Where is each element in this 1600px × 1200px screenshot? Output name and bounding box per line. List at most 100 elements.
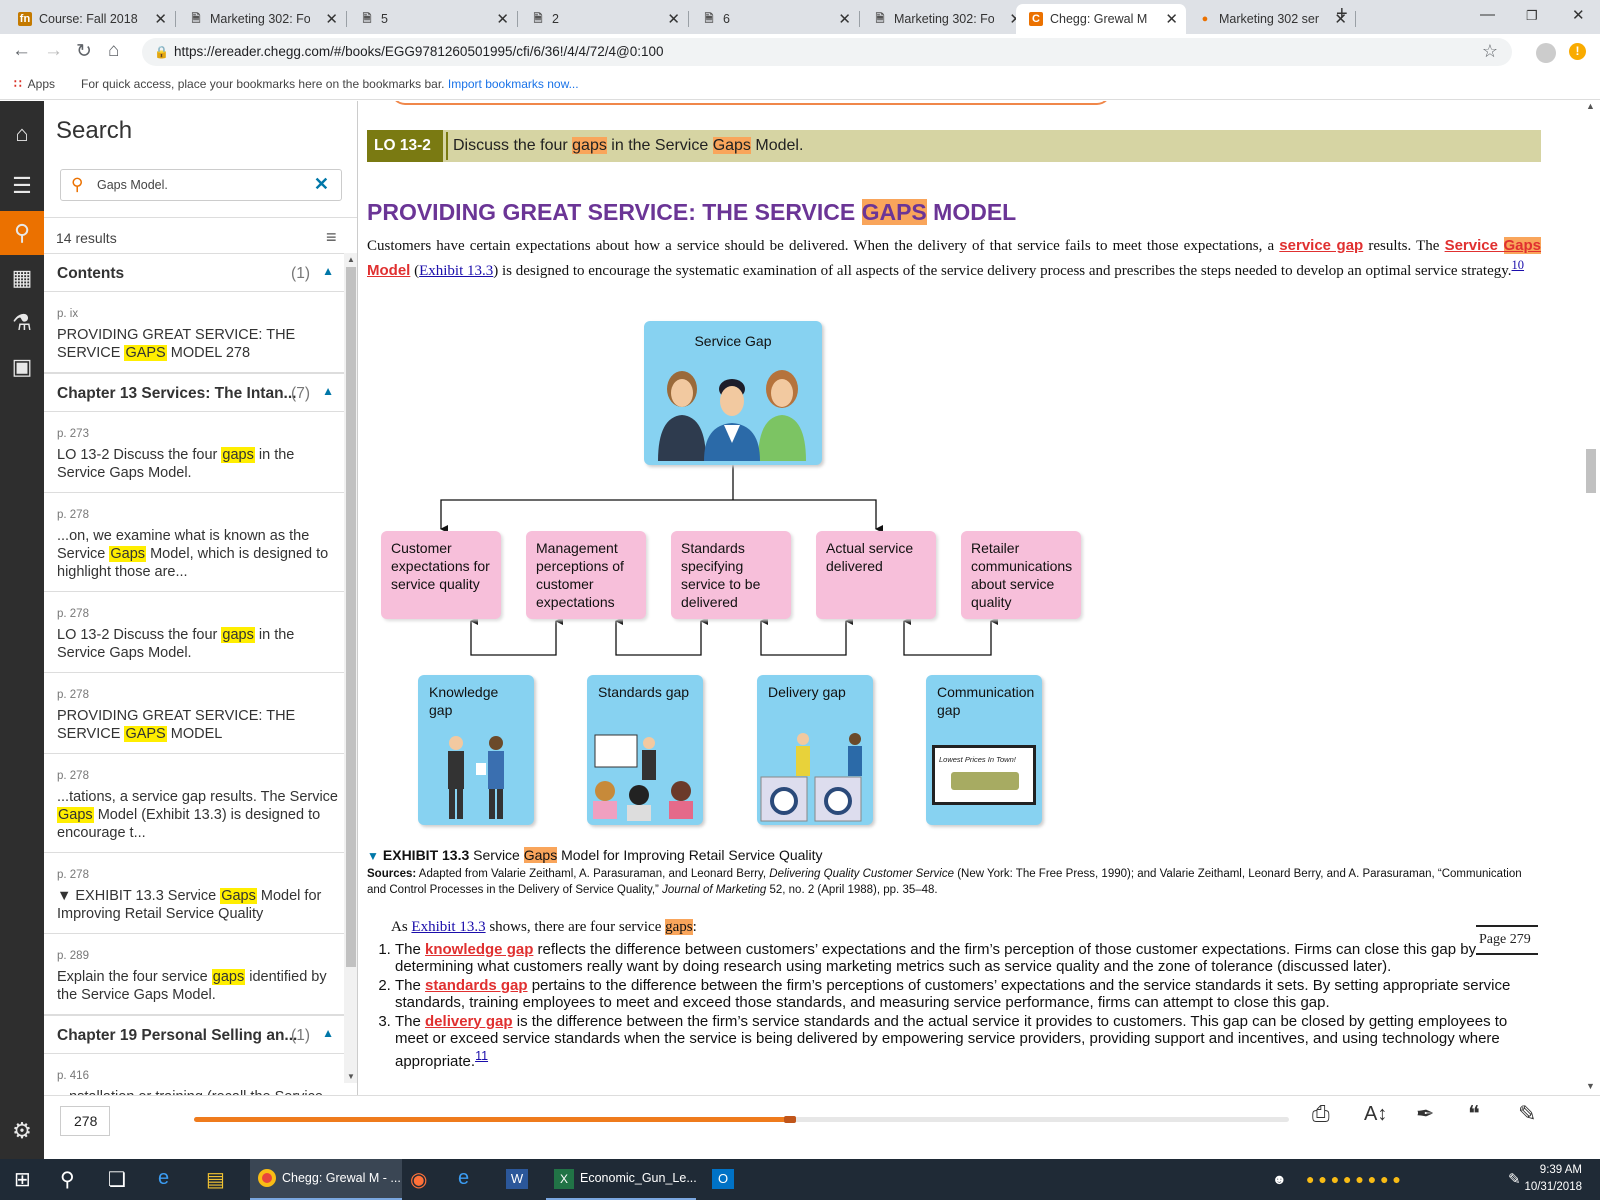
search-query[interactable]: Gaps Model. [97, 178, 168, 192]
search-result[interactable]: p. 278 ...on, we examine what is known as… [44, 493, 344, 592]
scroll-up-icon[interactable]: ▲ [1586, 101, 1595, 111]
result-group-header[interactable]: Chapter 19 Personal Selling an... (1) ▲ [44, 1015, 344, 1054]
flashcards-icon[interactable]: ▦ [0, 256, 44, 300]
search-icon[interactable]: ⚲ [0, 211, 44, 255]
result-group-header[interactable]: Contents (1) ▲ [44, 253, 344, 292]
chevron-up-icon[interactable]: ▲ [322, 264, 334, 278]
clear-search-icon[interactable]: ✕ [314, 174, 329, 195]
filter-sliders-icon[interactable]: ≡ [326, 227, 337, 248]
browser-tab[interactable]: 🗎Marketing 302: Four✕ [176, 4, 346, 34]
print-icon[interactable]: ⎙ [1312, 1101, 1330, 1127]
home-icon[interactable]: ⌂ [0, 112, 44, 156]
import-bookmarks-link[interactable]: Import bookmarks now... [448, 77, 579, 91]
scroll-down-icon[interactable]: ▼ [1586, 1081, 1595, 1091]
result-snippet: ...tations, a service gap results. The S… [57, 789, 339, 841]
back-arrow-icon[interactable]: ← [12, 40, 31, 62]
search-result[interactable]: p. 278 ▼ EXHIBIT 13.3 Service Gaps Model … [44, 853, 344, 934]
exhibit-link[interactable]: Exhibit 13.3 [419, 263, 493, 279]
group-title: Chapter 13 Services: The Intan... [57, 385, 297, 402]
glossary-term[interactable]: standards gap [425, 977, 528, 994]
scrollbar-thumb[interactable] [346, 267, 356, 967]
text-size-icon[interactable]: A↕ [1364, 1103, 1387, 1126]
taskbar-excel-window[interactable]: X Economic_Gun_Le... [546, 1159, 697, 1200]
search-result[interactable]: p. 278 LO 13-2 Discuss the four gaps in t… [44, 592, 344, 673]
tv-ad-illustration: Lowest Prices In Town! [932, 745, 1036, 805]
browser-tab[interactable]: 🗎Marketing 302: Four✕ [860, 4, 1030, 34]
close-tab-icon[interactable]: ✕ [667, 10, 680, 28]
image-gallery-icon[interactable]: ▣ [0, 345, 44, 389]
browser-tab[interactable]: 🗎 2 ✕ [518, 4, 688, 34]
exhibit-link[interactable]: Exhibit 13.3 [411, 919, 485, 935]
search-result[interactable]: p. 289 Explain the four service gaps iden… [44, 934, 344, 1015]
close-tab-icon[interactable]: ✕ [154, 10, 167, 28]
new-tab-button[interactable]: + [1336, 3, 1348, 26]
home-icon[interactable]: ⌂ [108, 40, 119, 62]
minimize-button[interactable]: — [1480, 6, 1495, 23]
lab-flask-icon[interactable]: ⚗ [0, 301, 44, 345]
profile-avatar-icon[interactable] [1536, 43, 1556, 63]
scroll-down-icon[interactable]: ▼ [347, 1072, 355, 1081]
outlook-icon[interactable]: O [712, 1169, 734, 1189]
page-number-input[interactable]: 278 [60, 1106, 110, 1136]
task-view-icon[interactable]: ❏ [108, 1167, 126, 1192]
url-text[interactable]: https://ereader.chegg.com/#/books/EGG978… [174, 44, 664, 59]
glossary-term[interactable]: knowledge gap [425, 941, 533, 958]
system-clock[interactable]: 9:39 AM 10/31/2018 [1524, 1162, 1582, 1196]
reading-progress-bar[interactable] [194, 1116, 1289, 1123]
search-result[interactable]: p. 278 PROVIDING GREAT SERVICE: THE SERVI… [44, 673, 344, 754]
search-input[interactable]: ⚲ Gaps Model. ✕ [60, 169, 342, 201]
delivery-gap-label: Delivery gap [768, 684, 846, 700]
browser-tab[interactable]: C Chegg: Grewal M ✕ [1016, 4, 1186, 34]
footnote-link[interactable]: 10 [1512, 258, 1525, 272]
comments-icon[interactable]: ❝ [1468, 1101, 1480, 1127]
apps-shortcut[interactable]: ∷ Apps [14, 77, 55, 91]
chevron-up-icon[interactable]: ▲ [322, 384, 334, 398]
search-result[interactable]: p. ix PROVIDING GREAT SERVICE: THE SERVIC… [44, 292, 344, 373]
browser-tab[interactable]: ● Marketing 302 servi ✕ [1185, 4, 1355, 34]
people-icon[interactable]: ☻ [1272, 1171, 1287, 1187]
result-group-header[interactable]: Chapter 13 Services: The Intan... (7) ▲ [44, 373, 344, 412]
address-bar[interactable]: 🔒 https://ereader.chegg.com/#/books/EGG9… [142, 38, 1512, 66]
chrome-menu-alert-icon[interactable]: ! [1569, 43, 1586, 60]
edge-browser-icon[interactable]: e [158, 1167, 169, 1190]
scrollbar-thumb[interactable] [1586, 449, 1596, 493]
result-page: p. ix [57, 308, 79, 320]
restore-button[interactable]: ❐ [1526, 8, 1538, 24]
chevron-up-icon[interactable]: ▲ [322, 1026, 334, 1040]
progress-handle[interactable] [784, 1116, 797, 1123]
notes-icon[interactable]: ✎ [1518, 1101, 1536, 1127]
highlighter-icon[interactable]: ✒ [1416, 1101, 1434, 1127]
taskbar-chrome-window[interactable]: Chegg: Grewal M - ... [250, 1159, 402, 1200]
close-tab-icon[interactable]: ✕ [1165, 10, 1178, 28]
glossary-term-service-gap[interactable]: service gap [1279, 237, 1363, 254]
browser-tab[interactable]: 🗎 5 ✕ [347, 4, 517, 34]
firefox-icon[interactable]: ◉ [410, 1167, 427, 1192]
tray-icons[interactable]: ● ● ● ● ● ● ● ● [1306, 1171, 1401, 1187]
search-result[interactable]: p. 278 ...tations, a service gap results.… [44, 754, 344, 853]
close-tab-icon[interactable]: ✕ [496, 10, 509, 28]
browser-tab[interactable]: 🗎 6 ✕ [689, 4, 859, 34]
glossary-term[interactable]: delivery gap [425, 1013, 513, 1030]
file-explorer-icon[interactable]: ▤ [206, 1167, 225, 1192]
footnote-link[interactable]: 11 [475, 1049, 488, 1063]
close-tab-icon[interactable]: ✕ [325, 10, 338, 28]
forward-arrow-icon[interactable]: → [44, 40, 63, 62]
reload-icon[interactable]: ↻ [76, 40, 92, 63]
close-window-button[interactable]: ✕ [1572, 6, 1585, 24]
word-icon[interactable]: W [506, 1169, 528, 1189]
reader-bottom-bar: 278 ⎙ A↕ ✒ ❝ ✎ [44, 1095, 1600, 1159]
bookmark-star-icon[interactable]: ☆ [1482, 41, 1498, 62]
search-result[interactable]: p. 273 LO 13-2 Discuss the four gaps in t… [44, 412, 344, 493]
reader-scrollbar[interactable]: ▲ ▼ [1582, 101, 1600, 1091]
notifications-icon[interactable]: ✎ [1508, 1170, 1521, 1188]
table-of-contents-icon[interactable]: ☰ [0, 164, 44, 208]
settings-gear-icon[interactable]: ⚙ [0, 1109, 44, 1153]
browser-tab[interactable]: fn Course: Fall 2018 M ✕ [5, 4, 175, 34]
scroll-up-icon[interactable]: ▲ [347, 255, 355, 264]
search-icon[interactable]: ⚲ [60, 1167, 75, 1192]
internet-explorer-icon[interactable]: e [458, 1167, 469, 1190]
windows-start-icon[interactable]: ⊞ [14, 1167, 31, 1192]
close-tab-icon[interactable]: ✕ [838, 10, 851, 28]
results-scrollbar[interactable]: ▲ ▼ [344, 253, 357, 1083]
collapse-triangle-icon[interactable]: ▼ [367, 849, 379, 863]
